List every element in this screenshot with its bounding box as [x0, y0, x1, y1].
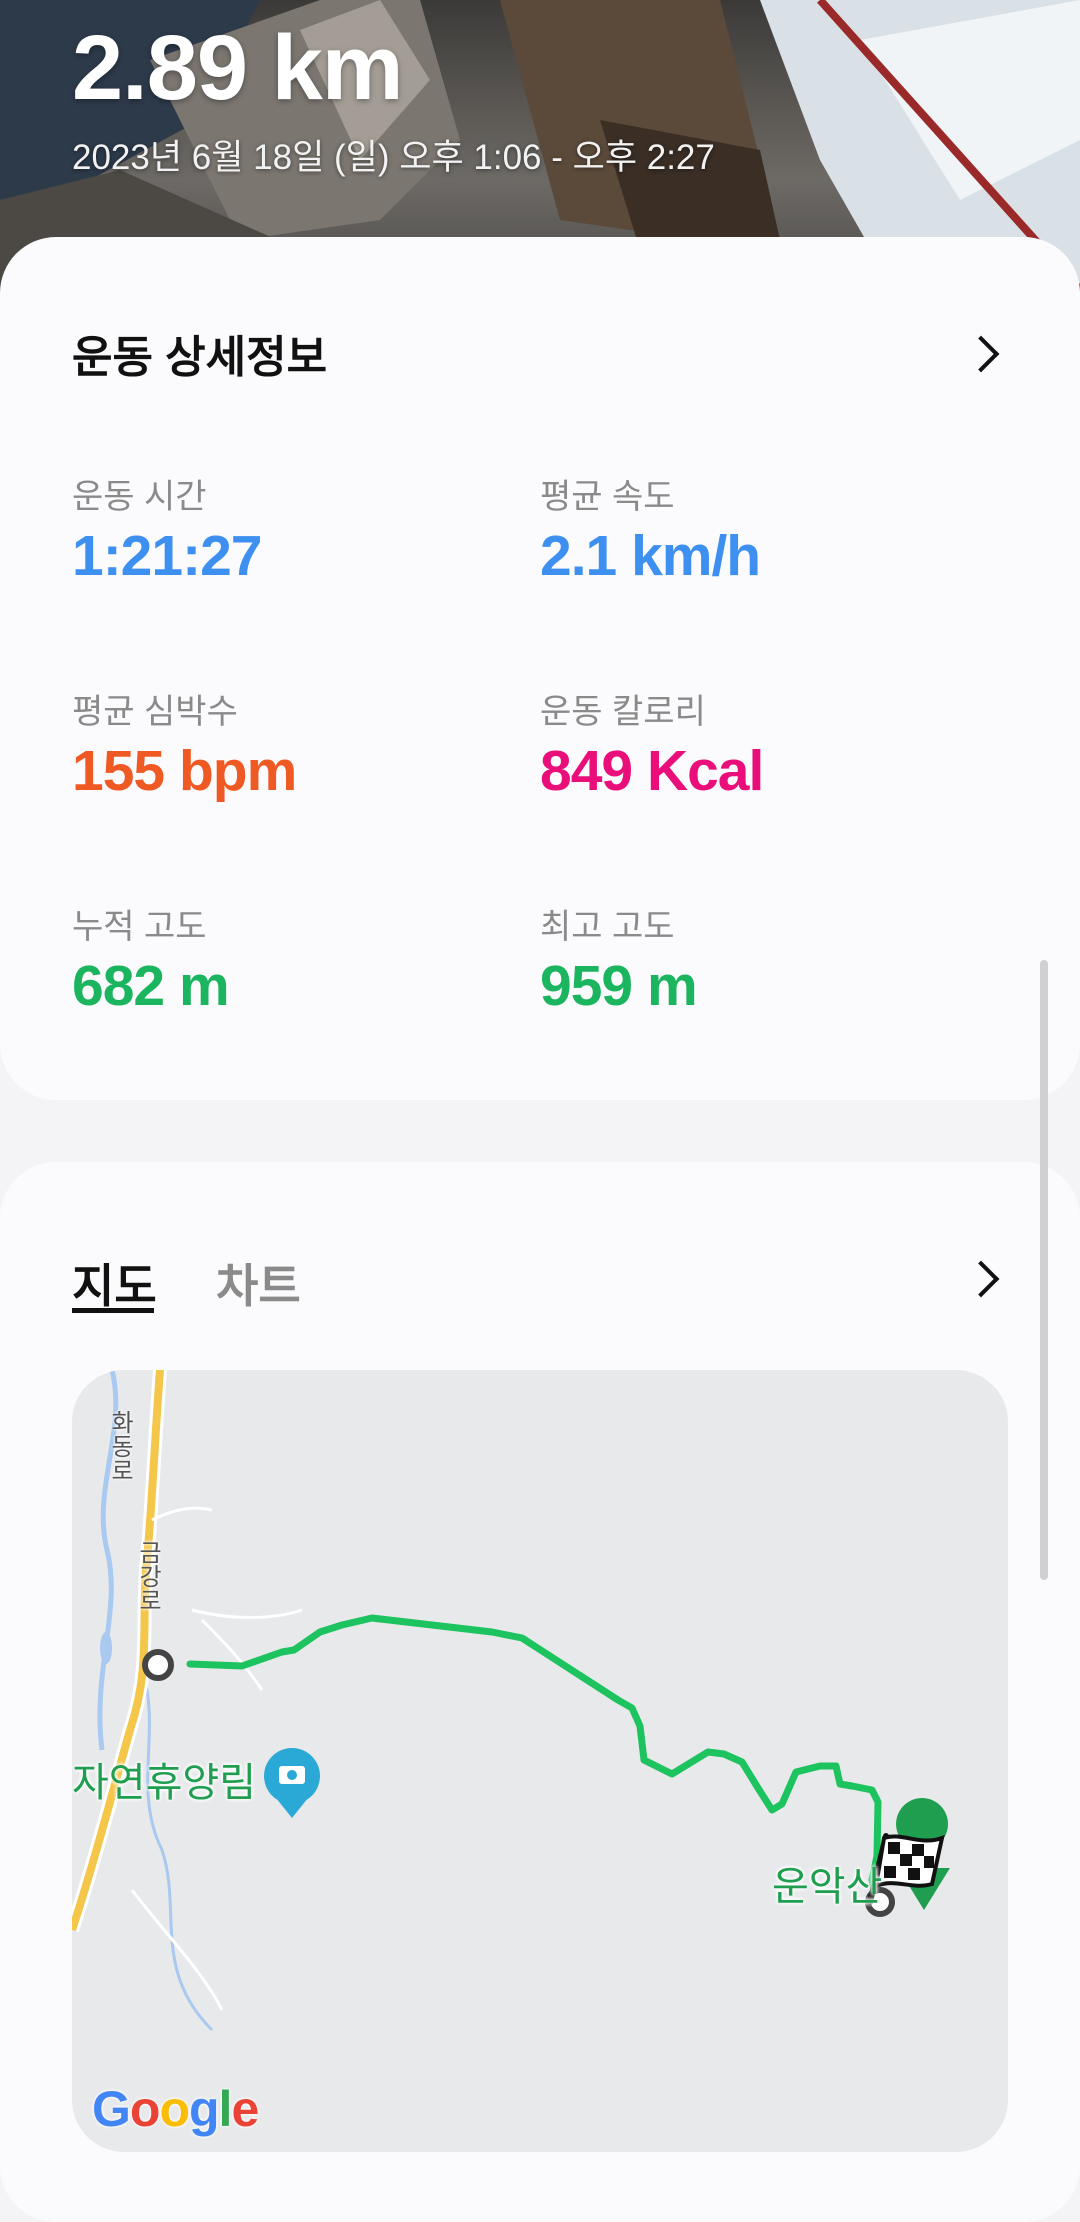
place-label-peak: 운악산	[772, 1865, 883, 1909]
road-label-1: 화동로	[106, 1410, 133, 1482]
route-map[interactable]: 화동로 금강로 자연휴양림 운악산 Google	[72, 1370, 1008, 2152]
tab-chart[interactable]: 차트	[216, 1250, 301, 1316]
workout-details-card: 운동 상세정보 운동 시간 1:21:27 평균 속도 2.1 km/h 평균 …	[0, 237, 1080, 1100]
details-chevron-icon[interactable]	[960, 327, 1010, 377]
stat-label-max-elevation: 최고 고도	[540, 908, 675, 946]
stat-value-elevation-gain: 682 m	[72, 954, 230, 1018]
map-chevron-icon[interactable]	[960, 1252, 1010, 1302]
map-card: 지도 차트 화동로 금강로 자연휴양림 운악산 Google	[0, 1162, 1080, 2222]
road-label-2: 금강로	[134, 1540, 161, 1612]
stat-label-avg-heart-rate: 평균 심박수	[72, 693, 238, 731]
stat-label-avg-speed: 평균 속도	[540, 478, 675, 516]
workout-date-range: 2023년 6월 18일 (일) 오후 1:06 - 오후 2:27	[72, 138, 715, 177]
details-title: 운동 상세정보	[72, 333, 328, 382]
stat-value-duration: 1:21:27	[72, 524, 262, 588]
stat-value-avg-heart-rate: 155 bpm	[72, 739, 297, 803]
scrollbar[interactable]	[1040, 960, 1048, 1580]
stat-label-calories: 운동 칼로리	[540, 693, 706, 731]
stat-label-duration: 운동 시간	[72, 478, 207, 516]
tab-map-underline	[72, 1308, 154, 1313]
google-logo: Google	[92, 2081, 259, 2137]
stat-value-max-elevation: 959 m	[540, 954, 698, 1018]
total-distance: 2.89 km	[72, 17, 404, 119]
tab-map[interactable]: 지도	[72, 1250, 157, 1316]
stat-label-elevation-gain: 누적 고도	[72, 908, 207, 946]
place-label-forest: 자연휴양림	[72, 1761, 256, 1805]
stat-value-avg-speed: 2.1 km/h	[540, 524, 761, 588]
stat-value-calories: 849 Kcal	[540, 739, 764, 803]
